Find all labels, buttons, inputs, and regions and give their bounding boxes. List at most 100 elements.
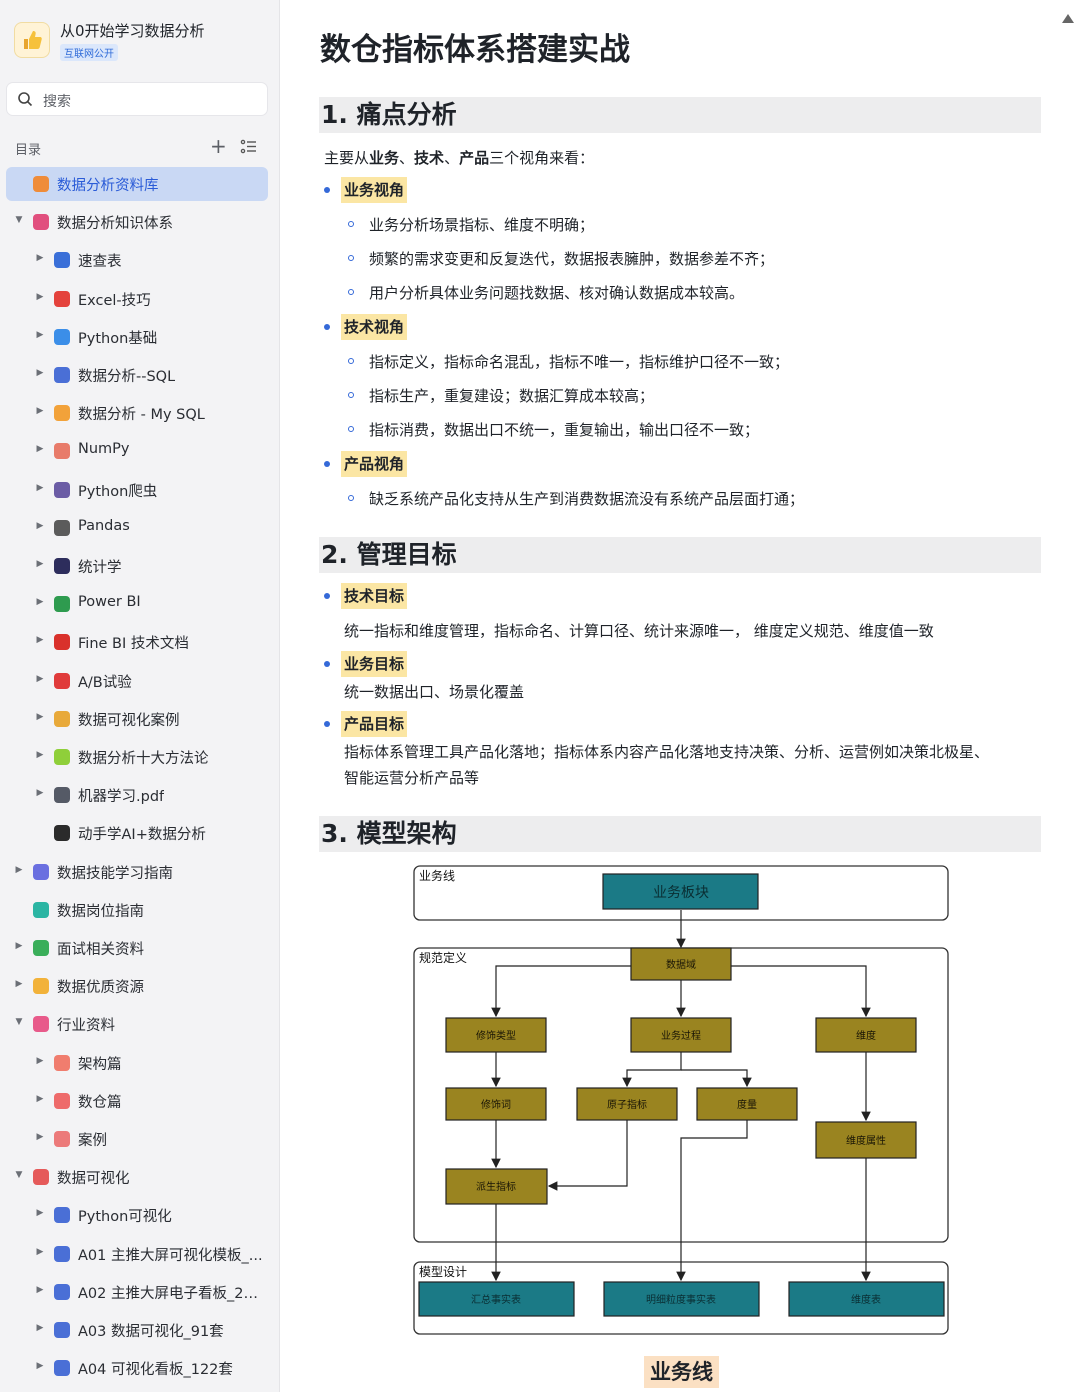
goal-text: 统一指标和维度管理，指标命名、计算口径、统计来源唯一， 维度定义规范、维度值一致 (344, 622, 934, 640)
chevron-down-icon[interactable]: ▼ (14, 1017, 24, 1027)
sidebar-item[interactable]: ▶ 数据分析--SQL (6, 358, 268, 392)
sidebar-item[interactable]: ▶ A02 主推大屏电子看板_20套 (6, 1275, 268, 1309)
chevron-right-icon[interactable]: ▶ (35, 406, 45, 416)
chevron-right-icon[interactable]: ▶ (35, 521, 45, 531)
sidebar-item[interactable]: ▶ 数据分析 - My SQL (6, 396, 268, 430)
section-heading-1: 1. 痛点分析 (319, 97, 1041, 133)
sidebar-item[interactable]: ▶ 数仓篇 (6, 1084, 268, 1118)
hundred-icon (54, 290, 70, 307)
bullet-dot (324, 593, 330, 599)
pin-icon (54, 634, 70, 651)
sub-bullet (348, 426, 354, 432)
sidebar-item[interactable]: ▶ 机器学习.pdf (6, 778, 268, 812)
sidebar-item[interactable]: ▶ Excel-技巧 (6, 282, 268, 316)
list-icon[interactable] (240, 138, 258, 156)
chevron-right-icon[interactable]: ▶ (35, 712, 45, 722)
sidebar-item[interactable]: ▶ 案例 (6, 1122, 268, 1156)
chevron-right-icon[interactable]: ▶ (35, 597, 45, 607)
sidebar-item-label: 架构篇 (78, 1056, 122, 1073)
chevron-right-icon[interactable]: ▶ (35, 750, 45, 760)
sidebar-item[interactable]: ▶ Pandas (6, 511, 268, 545)
chevron-right-icon[interactable]: ▶ (35, 1056, 45, 1066)
sidebar-item-label: 数据岗位指南 (57, 903, 144, 920)
scroll-up-icon[interactable] (1062, 14, 1074, 23)
chevron-right-icon[interactable]: ▶ (35, 444, 45, 454)
sidebar-item-label: 动手学AI+数据分析 (78, 827, 206, 844)
case-icon (54, 1131, 70, 1147)
sidebar-item[interactable]: 动手学AI+数据分析 (6, 816, 268, 850)
sidebar-item[interactable]: ▶ A03 数据可视化_91套 (6, 1313, 268, 1347)
sidebar-item[interactable]: ▶ 面试相关资料 (6, 931, 268, 965)
sidebar-item[interactable]: ▶ 数据分析十大方法论 (6, 740, 268, 774)
chevron-right-icon[interactable]: ▶ (14, 865, 24, 875)
sidebar-item[interactable]: 数据岗位指南 (6, 893, 268, 927)
node-label: 维度 (856, 1029, 876, 1042)
chevron-right-icon[interactable]: ▶ (35, 330, 45, 340)
chevron-right-icon[interactable]: ▶ (35, 1132, 45, 1142)
sidebar-item[interactable]: ▶ 架构篇 (6, 1046, 268, 1080)
chevron-right-icon[interactable]: ▶ (35, 292, 45, 302)
sidebar-item-label: A02 主推大屏电子看板_20套 (78, 1285, 265, 1302)
sidebar-item[interactable]: ▶ A01 主推大屏可视化模板_... (6, 1237, 268, 1271)
chevron-right-icon[interactable]: ▶ (35, 1247, 45, 1257)
sidebar-item[interactable]: 数据分析资料库 (6, 167, 268, 201)
sidebar-item[interactable]: ▶ Python爬虫 (6, 473, 268, 507)
sidebar-item[interactable]: ▶ 数据优质资源 (6, 969, 268, 1003)
bullet-dot (324, 187, 330, 193)
sidebar-item-label: 数据分析 - My SQL (78, 407, 205, 424)
sidebar-item[interactable]: ▶ 速查表 (6, 243, 268, 277)
guide-icon (33, 863, 49, 880)
chevron-right-icon[interactable]: ▶ (14, 941, 24, 951)
sidebar-item[interactable]: ▶ Fine BI 技术文档 (6, 625, 268, 659)
sidebar-item[interactable]: ▶ Python可视化 (6, 1198, 268, 1232)
list-item: 指标生产，重复建设；数据汇算成本较高； (369, 387, 655, 405)
knowledge-base-header[interactable]: 从0开始学习数据分析 互联网公开 (14, 18, 270, 66)
chevron-right-icon[interactable]: ▶ (35, 368, 45, 378)
sidebar-item[interactable]: ▶ Power BI (6, 587, 268, 621)
sidebar-item[interactable]: ▶ 统计学 (6, 549, 268, 583)
group-label-model: 模型设计 (419, 1265, 467, 1279)
node-label: 明细粒度事实表 (646, 1293, 716, 1306)
chevron-right-icon[interactable]: ▶ (35, 559, 45, 569)
highlight-label: 产品目标 (341, 711, 408, 737)
sidebar-item[interactable]: ▼ 数据分析知识体系 (6, 205, 268, 239)
sidebar-item-label: NumPy (78, 441, 130, 458)
chevron-down-icon[interactable]: ▼ (14, 1170, 24, 1180)
sidebar-item[interactable]: ▶ Python基础 (6, 320, 268, 354)
chevron-right-icon[interactable]: ▶ (35, 1094, 45, 1104)
sidebar-item[interactable]: ▶ NumPy (6, 434, 268, 468)
memo-icon (54, 443, 70, 460)
chevron-right-icon[interactable]: ▶ (14, 979, 24, 989)
traffic-light-icon (54, 825, 70, 842)
sidebar-item[interactable]: ▼ 行业资料 (6, 1007, 268, 1041)
chevron-right-icon[interactable]: ▶ (35, 483, 45, 493)
list-item: 频繁的需求变更和反复迭代，数据报表臃肿，数据参差不齐； (369, 250, 775, 268)
chevron-down-icon[interactable]: ▼ (14, 215, 24, 225)
rocket-icon (33, 1169, 49, 1186)
intro-text: 主要从业务、技术、产品三个视角来看： (324, 149, 595, 167)
search-icon (18, 92, 33, 107)
chevron-right-icon[interactable]: ▶ (35, 635, 45, 645)
thumbs-up-icon (14, 22, 50, 58)
chevron-right-icon[interactable]: ▶ (35, 788, 45, 798)
sidebar-item[interactable]: ▶ A04 可视化看板_122套 (6, 1351, 268, 1385)
bar-chart-icon (54, 1245, 70, 1262)
sidebar-item[interactable]: ▶ 数据可视化案例 (6, 702, 268, 736)
search-input[interactable]: 搜索 (6, 82, 268, 116)
warehouse-icon (54, 1092, 70, 1109)
list-item: 业务分析场景指标、维度不明确； (369, 216, 595, 234)
sidebar-item-label: 速查表 (78, 254, 122, 271)
chevron-right-icon[interactable]: ▶ (35, 1323, 45, 1333)
sidebar-item-label: 数据可视化 (57, 1171, 130, 1188)
sidebar-item-label: Fine BI 技术文档 (78, 636, 189, 653)
chevron-right-icon[interactable]: ▶ (35, 1285, 45, 1295)
section-heading-3: 3. 模型架构 (319, 816, 1041, 852)
chevron-right-icon[interactable]: ▶ (35, 1361, 45, 1371)
sidebar-item[interactable]: ▶ 数据技能学习指南 (6, 855, 268, 889)
chevron-right-icon[interactable]: ▶ (35, 253, 45, 263)
sidebar-item[interactable]: ▶ A/B试验 (6, 664, 268, 698)
sidebar-item[interactable]: ▼ 数据可视化 (6, 1160, 268, 1194)
chevron-right-icon[interactable]: ▶ (35, 674, 45, 684)
add-icon[interactable]: + (210, 136, 227, 156)
chevron-right-icon[interactable]: ▶ (35, 1208, 45, 1218)
